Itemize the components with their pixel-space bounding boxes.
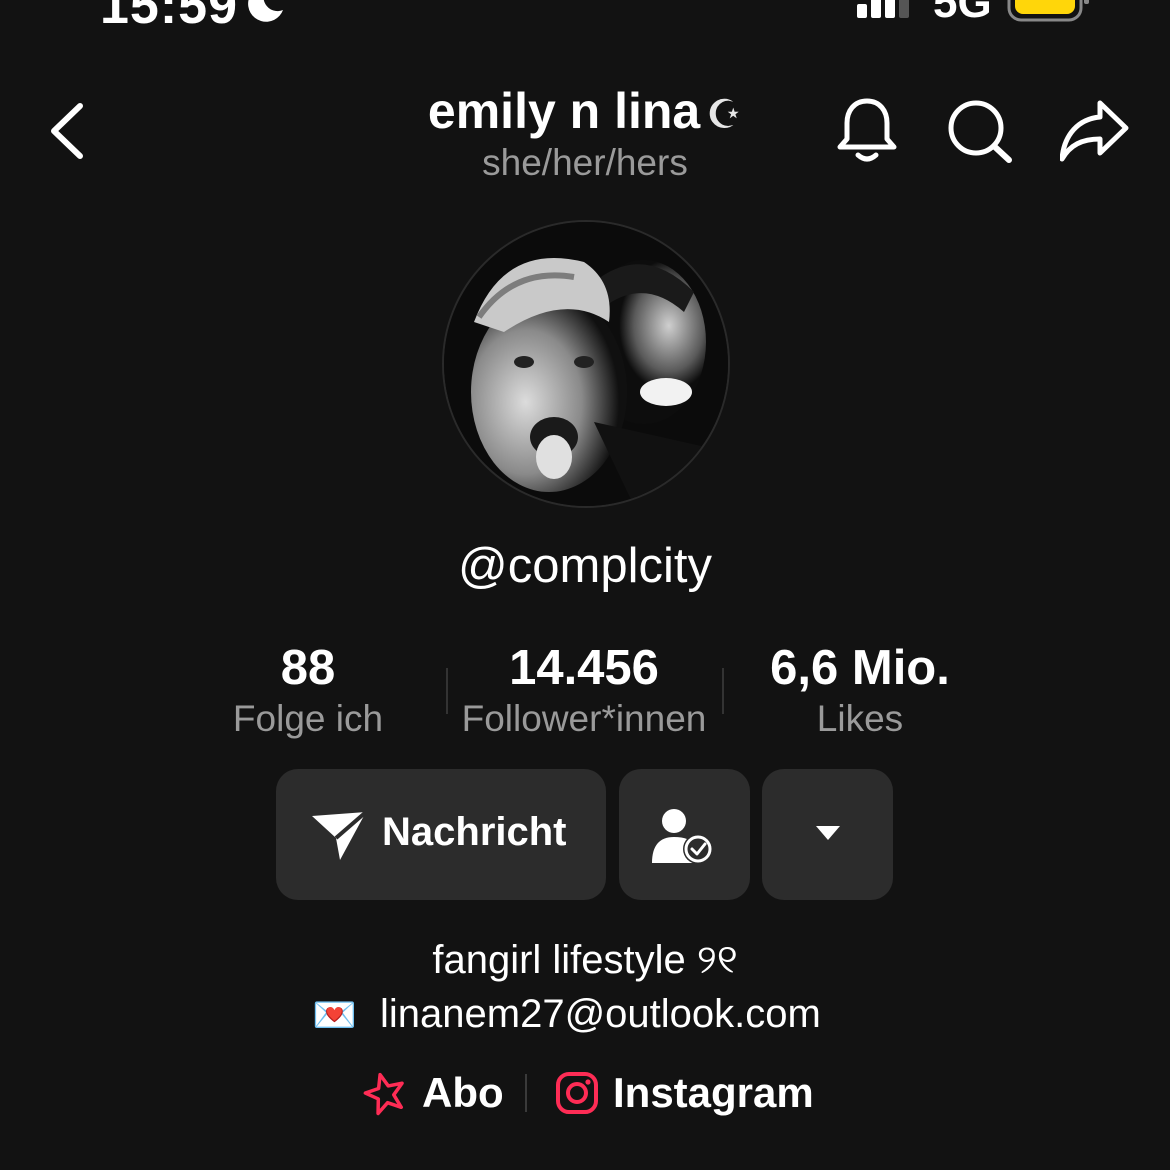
stat-divider: [722, 668, 724, 714]
bio-email[interactable]: linanem27@outlook.com: [380, 992, 821, 1037]
link-divider: [525, 1074, 527, 1112]
stat-following[interactable]: 88 Folge ich: [208, 640, 408, 740]
bell-icon[interactable]: [832, 95, 902, 165]
dropdown-caret-icon: [816, 826, 840, 840]
envelope-heart-icon: 💌: [312, 994, 357, 1035]
abo-star-icon: [363, 1072, 404, 1116]
instagram-link[interactable]: Instagram: [555, 1068, 814, 1118]
avatar-photo: [444, 222, 728, 506]
username-handle: @complcity: [458, 539, 712, 593]
stat-likes-value: 6,6 Mio.: [770, 641, 950, 695]
send-icon: [312, 810, 368, 860]
status-time: 15:59: [100, 0, 238, 35]
avatar[interactable]: [442, 220, 730, 508]
pronouns: she/her/hers: [482, 142, 688, 183]
instagram-icon: [556, 1072, 598, 1114]
stat-followers-label: Follower*innen: [461, 698, 707, 739]
bio-line-1: fangirl lifestyle ୨୧: [432, 938, 738, 982]
abo-label: Abo: [422, 1069, 504, 1116]
display-name: emily n lina: [427, 83, 701, 139]
user-check-icon: [652, 809, 713, 864]
signal-icon: [857, 0, 909, 18]
moon-icon: [248, 0, 283, 22]
battery-icon: [1007, 0, 1089, 22]
stat-likes: 6,6 Mio. Likes: [740, 640, 980, 740]
stat-following-value: 88: [280, 641, 336, 695]
share-icon[interactable]: [1060, 95, 1130, 165]
stat-followers[interactable]: 14.456 Follower*innen: [440, 640, 728, 740]
stat-followers-value: 14.456: [509, 641, 659, 695]
back-arrow-icon[interactable]: [44, 100, 92, 162]
message-label: Nachricht: [382, 810, 567, 854]
profile-title: emily n lina ☪: [385, 82, 785, 140]
search-icon[interactable]: [945, 95, 1015, 165]
network-type: 5G: [933, 0, 992, 27]
abo-link[interactable]: Abo: [362, 1068, 504, 1118]
title-glyph: ☪: [706, 93, 743, 137]
stat-likes-label: Likes: [816, 698, 904, 739]
instagram-label: Instagram: [613, 1069, 814, 1116]
stat-following-label: Folge ich: [232, 698, 384, 739]
